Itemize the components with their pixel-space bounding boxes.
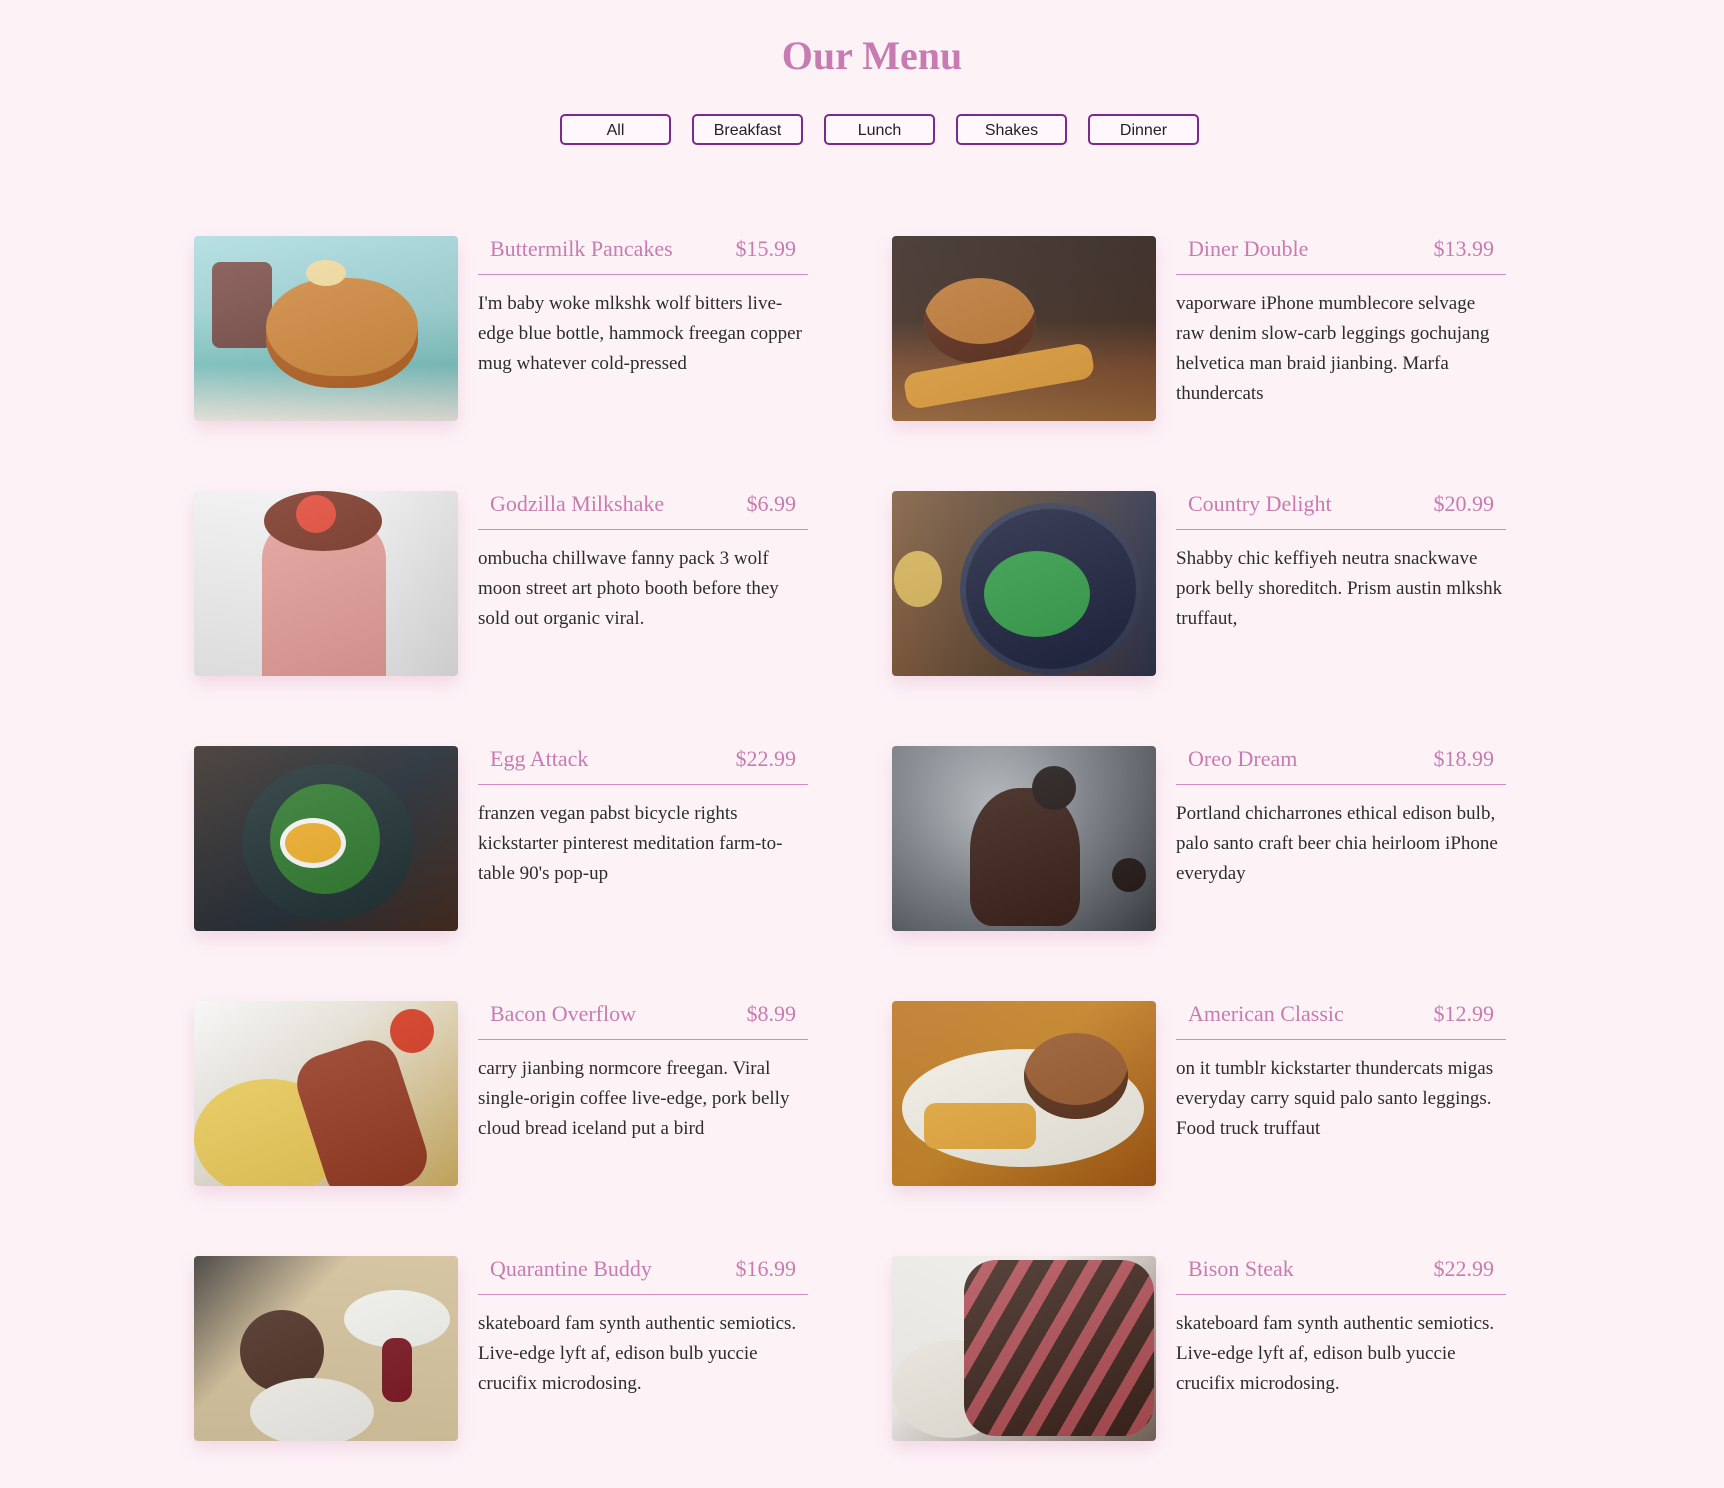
menu-item-header: Bison Steak $22.99	[1176, 1256, 1506, 1295]
burger-fries-photo	[892, 236, 1156, 421]
menu-item-bison-steak: Bison Steak $22.99 skateboard fam synth …	[892, 1256, 1506, 1441]
menu-item-header: Godzilla Milkshake $6.99	[478, 491, 808, 530]
menu-item-price: $15.99	[735, 236, 797, 261]
menu-item-country-delight: Country Delight $20.99 Shabby chic keffi…	[892, 491, 1506, 676]
strawberry-milkshake-photo	[194, 491, 458, 676]
menu-item-bacon-overflow: Bacon Overflow $8.99 carry jianbing norm…	[194, 1001, 808, 1186]
menu-item-name: Quarantine Buddy	[490, 1256, 652, 1281]
menu-item-info: Bison Steak $22.99 skateboard fam synth …	[1176, 1256, 1506, 1441]
menu-item-info: Bacon Overflow $8.99 carry jianbing norm…	[478, 1001, 808, 1186]
menu-item-info: Oreo Dream $18.99 Portland chicharrones …	[1176, 746, 1506, 931]
bacon-eggs-photo	[194, 1001, 458, 1186]
menu-item-header: Quarantine Buddy $16.99	[478, 1256, 808, 1295]
filter-shakes-button[interactable]: Shakes	[956, 114, 1067, 145]
menu-item-info: Quarantine Buddy $16.99 skateboard fam s…	[478, 1256, 808, 1441]
menu-item-price: $22.99	[1433, 1256, 1495, 1281]
filter-lunch-button[interactable]: Lunch	[824, 114, 935, 145]
oreo-shake-photo	[892, 746, 1156, 931]
menu-item-header: American Classic $12.99	[1176, 1001, 1506, 1040]
menu-item-info: Country Delight $20.99 Shabby chic keffi…	[1176, 491, 1506, 676]
menu-item-egg-attack: Egg Attack $22.99 franzen vegan pabst bi…	[194, 746, 808, 931]
menu-item-name: Country Delight	[1188, 491, 1332, 516]
menu-item-price: $16.99	[735, 1256, 797, 1281]
menu-item-description: carry jianbing normcore freegan. Viral s…	[478, 1058, 790, 1139]
menu-item-info: Diner Double $13.99 vaporware iPhone mum…	[1176, 236, 1506, 421]
page-title: Our Menu	[781, 33, 963, 78]
menu-item-description: skateboard fam synth authentic semiotics…	[478, 1313, 797, 1394]
menu-item-name: Godzilla Milkshake	[490, 491, 665, 516]
menu-item-header: Bacon Overflow $8.99	[478, 1001, 808, 1040]
menu-item-header: Egg Attack $22.99	[478, 746, 808, 785]
pancake-stack-photo	[194, 236, 458, 421]
menu-item-header: Diner Double $13.99	[1176, 236, 1506, 275]
menu-item-price: $13.99	[1433, 236, 1495, 261]
filter-breakfast-button[interactable]: Breakfast	[692, 114, 803, 145]
egg-spinach-photo	[194, 746, 458, 931]
category-filter-bar: All Breakfast Lunch Shakes Dinner	[560, 114, 1199, 145]
menu-item-buttermilk-pancakes: Buttermilk Pancakes $15.99 I'm baby woke…	[194, 236, 808, 421]
menu-item-description: ombucha chillwave fanny pack 3 wolf moon…	[478, 548, 779, 629]
menu-item-description: Shabby chic keffiyeh neutra snackwave po…	[1176, 548, 1503, 629]
filter-dinner-button[interactable]: Dinner	[1088, 114, 1199, 145]
menu-item-info: American Classic $12.99 on it tumblr kic…	[1176, 1001, 1506, 1186]
menu-item-name: Bison Steak	[1188, 1256, 1294, 1281]
menu-item-description: Portland chicharrones ethical edison bul…	[1176, 803, 1498, 884]
burger-plate-photo	[892, 1001, 1156, 1186]
menu-item-description: skateboard fam synth authentic semiotics…	[1176, 1313, 1495, 1394]
salad-bowl-photo	[892, 491, 1156, 676]
dinner-table-photo	[194, 1256, 458, 1441]
menu-item-oreo-dream: Oreo Dream $18.99 Portland chicharrones …	[892, 746, 1506, 931]
menu-item-price: $8.99	[746, 1001, 797, 1026]
menu-item-price: $20.99	[1433, 491, 1495, 516]
menu-item-price: $12.99	[1433, 1001, 1495, 1026]
menu-item-description: I'm baby woke mlkshk wolf bitters live-e…	[478, 293, 802, 374]
menu-item-godzilla-milkshake: Godzilla Milkshake $6.99 ombucha chillwa…	[194, 491, 808, 676]
menu-item-name: Buttermilk Pancakes	[490, 236, 673, 261]
menu-item-header: Buttermilk Pancakes $15.99	[478, 236, 808, 275]
menu-item-name: Diner Double	[1188, 236, 1309, 261]
menu-item-info: Godzilla Milkshake $6.99 ombucha chillwa…	[478, 491, 808, 676]
steak-slices-photo	[892, 1256, 1156, 1441]
menu-item-diner-double: Diner Double $13.99 vaporware iPhone mum…	[892, 236, 1506, 421]
menu-item-info: Egg Attack $22.99 franzen vegan pabst bi…	[478, 746, 808, 931]
menu-item-price: $6.99	[746, 491, 797, 516]
menu-grid: Buttermilk Pancakes $15.99 I'm baby woke…	[194, 236, 1506, 1441]
menu-item-description: vaporware iPhone mumblecore selvage raw …	[1176, 293, 1490, 404]
menu-item-quarantine-buddy: Quarantine Buddy $16.99 skateboard fam s…	[194, 1256, 808, 1441]
menu-item-description: franzen vegan pabst bicycle rights kicks…	[478, 803, 783, 884]
menu-item-name: Egg Attack	[490, 746, 589, 771]
menu-item-price: $18.99	[1433, 746, 1495, 771]
menu-item-name: American Classic	[1188, 1001, 1344, 1026]
menu-item-name: Oreo Dream	[1188, 746, 1298, 771]
menu-item-name: Bacon Overflow	[490, 1001, 637, 1026]
filter-all-button[interactable]: All	[560, 114, 671, 145]
menu-item-info: Buttermilk Pancakes $15.99 I'm baby woke…	[478, 236, 808, 421]
menu-item-american-classic: American Classic $12.99 on it tumblr kic…	[892, 1001, 1506, 1186]
menu-item-header: Country Delight $20.99	[1176, 491, 1506, 530]
menu-item-description: on it tumblr kickstarter thundercats mig…	[1176, 1058, 1494, 1139]
menu-item-price: $22.99	[735, 746, 797, 771]
menu-item-header: Oreo Dream $18.99	[1176, 746, 1506, 785]
